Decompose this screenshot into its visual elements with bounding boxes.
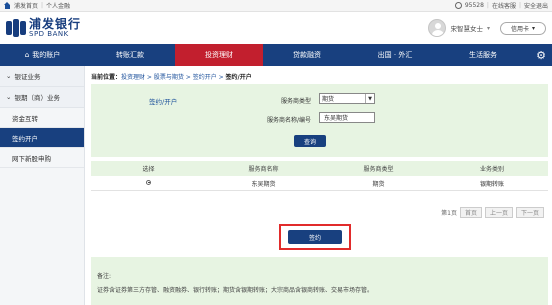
nav-my-account[interactable]: ⌂ 我的账户 — [0, 44, 85, 66]
online-service-link[interactable]: 在线客服 — [492, 1, 516, 10]
query-button[interactable]: 查询 — [294, 135, 326, 147]
bank-name-en: SPD BANK — [29, 30, 69, 38]
notes-panel: 备注: 证券含证券第三方存管、融资融券、银行转账；期货含银期转账；大宗商品含银商… — [91, 257, 548, 305]
sidebar-group-label: 银期（商）业务 — [14, 94, 60, 102]
table-header: 选择 服务商名称 服务商类型 业务类别 — [91, 161, 548, 176]
sidebar: ⌄ 银证业务 ⌄ 银期（商）业务 资金互转 签约开户 网下新股申购 — [0, 66, 85, 305]
provider-type-label: 服务商类型 — [280, 98, 311, 105]
notes-body: 证券含证券第三方存管、融资融券、银行转账；期货含银期转账；大宗商品含银商转账、交… — [97, 287, 374, 294]
nav-life-services[interactable]: 生活服务 — [439, 44, 527, 66]
provider-name-label: 服务商名称/编号 — [266, 117, 311, 124]
home-link[interactable]: 浦发首页 — [14, 1, 38, 10]
provider-name-value: 东吴期货 — [324, 115, 349, 122]
sidebar-item-sign-account[interactable]: 签约开户 — [0, 128, 84, 148]
breadcrumb: 当前位置：投资理财 > 股票与期货 > 签约开户 > 签约/开户 — [91, 66, 548, 81]
spd-logo-icon — [6, 19, 26, 37]
phone-icon — [454, 2, 462, 9]
chevron-down-icon: ⌄ — [6, 72, 12, 80]
nav-label: 转账汇款 — [116, 51, 144, 59]
nav-forex[interactable]: 出国 · 外汇 — [351, 44, 439, 66]
chevron-down-icon: ⌄ — [6, 93, 12, 101]
provider-type-cell: 期货 — [372, 180, 385, 188]
nav-label: 我的账户 — [32, 51, 61, 59]
nav-label: 出国 · 外汇 — [377, 51, 413, 59]
phone-number: 95528 — [464, 2, 484, 9]
home-icon: ⌂ — [24, 51, 30, 59]
credit-card-label: 信用卡 — [510, 25, 529, 33]
row-select-radio[interactable] — [146, 179, 151, 185]
sidebar-group-futures[interactable]: ⌄ 银期（商）业务 — [0, 87, 84, 108]
provider-name-cell: 东吴期货 — [251, 180, 276, 188]
brand-header: 浦发银行 SPD BANK 宋智慧女士 ▾ 信用卡 ▾ — [0, 12, 552, 44]
nav-label: 生活服务 — [469, 51, 497, 59]
sidebar-item-label: 网下新股申购 — [12, 154, 51, 163]
personal-finance-link[interactable]: 个人金融 — [46, 1, 70, 10]
business-category-cell: 银期转账 — [479, 180, 504, 188]
provider-table: 选择 服务商名称 服务商类型 业务类别 东吴期货 期货 银期转账 — [91, 161, 548, 191]
top-utility-bar: 浦发首页 | 个人金融 95528 | 在线客服 | 安全退出 — [0, 0, 552, 12]
sidebar-item-label: 签约开户 — [12, 134, 38, 143]
search-form-panel: 签约/开户 服务商类型 期货 ▼ 服务商名称/编号 东吴期货 查询 — [91, 84, 548, 157]
divider: | — [518, 2, 521, 9]
user-name[interactable]: 宋智慧女士 — [450, 23, 483, 33]
bank-name-cn: 浦发银行 — [29, 17, 82, 31]
nav-transfer[interactable]: 转账汇款 — [85, 44, 175, 66]
divider: | — [486, 2, 489, 9]
next-page-button[interactable]: 下一页 — [515, 207, 544, 218]
pagination: 第1页 首页 上一页 下一页 — [441, 207, 544, 218]
sidebar-item-ipo-subscription[interactable]: 网下新股申购 — [0, 148, 84, 168]
credit-card-button[interactable]: 信用卡 ▾ — [500, 21, 546, 35]
bank-logo[interactable]: 浦发银行 SPD BANK — [6, 18, 81, 38]
chevron-down-icon[interactable]: ▾ — [487, 25, 490, 32]
home-icon[interactable] — [4, 2, 11, 9]
column-header: 业务类别 — [479, 166, 504, 173]
nav-label: 贷款融资 — [293, 51, 321, 59]
column-header: 选择 — [142, 166, 155, 173]
nav-investment[interactable]: 投资理财 — [175, 44, 263, 66]
chevron-down-icon: ▾ — [532, 24, 536, 32]
chevron-down-icon: ▼ — [365, 94, 374, 103]
nav-label: 投资理财 — [205, 51, 233, 59]
prev-page-button[interactable]: 上一页 — [484, 207, 513, 218]
column-header: 服务商名称 — [248, 166, 279, 173]
highlight-frame: 签约 — [279, 224, 351, 250]
table-row[interactable]: 东吴期货 期货 银期转账 — [91, 176, 548, 191]
main-content: 当前位置：投资理财 > 股票与期货 > 签约开户 > 签约/开户 签约/开户 服… — [91, 66, 548, 305]
breadcrumb-path[interactable]: 投资理财 > 股票与期货 > 签约开户 > — [121, 74, 226, 81]
breadcrumb-current: 签约/开户 — [225, 74, 252, 81]
provider-name-input[interactable]: 东吴期货 — [319, 112, 375, 123]
gear-icon[interactable]: ⚙ — [530, 44, 552, 66]
sign-button[interactable]: 签约 — [288, 230, 342, 244]
breadcrumb-prefix: 当前位置： — [91, 74, 122, 81]
provider-type-select[interactable]: 期货 ▼ — [319, 93, 375, 104]
page-info: 第1页 — [441, 210, 457, 217]
sidebar-item-fund-transfer[interactable]: 资金互转 — [0, 108, 84, 128]
sidebar-item-label: 资金互转 — [12, 114, 38, 123]
nav-loans[interactable]: 贷款融资 — [263, 44, 351, 66]
main-nav: ⌂ 我的账户 转账汇款 投资理财 贷款融资 出国 · 外汇 生活服务 ⚙ — [0, 44, 552, 66]
provider-type-value: 期货 — [322, 96, 335, 103]
notes-title: 备注: — [97, 273, 112, 280]
column-header: 服务商类型 — [363, 166, 394, 173]
divider: | — [41, 2, 44, 9]
sidebar-group-label: 银证业务 — [14, 73, 41, 81]
logout-link[interactable]: 安全退出 — [524, 1, 548, 10]
avatar[interactable] — [428, 19, 447, 37]
form-title: 签约/开户 — [149, 98, 178, 106]
sidebar-group-securities[interactable]: ⌄ 银证业务 — [0, 66, 84, 87]
first-page-button[interactable]: 首页 — [459, 207, 482, 218]
